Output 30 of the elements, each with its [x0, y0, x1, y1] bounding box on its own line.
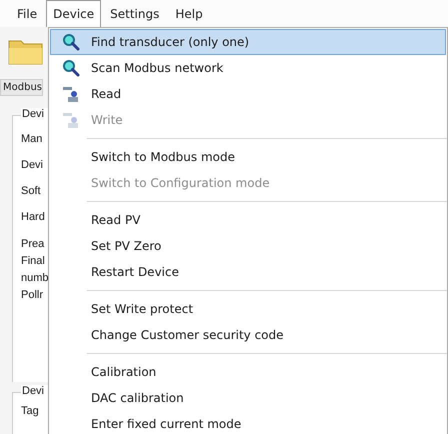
magnifier-icon [62, 59, 80, 77]
group-title: Devi [21, 108, 48, 120]
tab[interactable]: Modbus [0, 78, 43, 96]
group-title: Devi [21, 385, 48, 397]
field-label: Soft [21, 184, 42, 198]
menu-item[interactable]: Scan Modbus network [50, 55, 446, 81]
field-label: Prea [21, 237, 46, 252]
menu-bar-item[interactable]: Device [46, 0, 102, 27]
menu-item[interactable]: DAC calibration [50, 385, 446, 411]
menu-item[interactable]: Switch to Modbus mode [50, 144, 446, 170]
menu-item[interactable]: Read [50, 81, 446, 107]
menu-item[interactable]: Set PV Zero [50, 233, 446, 259]
menu-bar-item[interactable]: Settings [103, 0, 166, 27]
menu-item[interactable]: Set Write protect [50, 296, 446, 322]
menu-item[interactable]: Calibration [50, 359, 446, 385]
field-label: Devi [21, 158, 44, 172]
menu-item[interactable]: Restart Device [50, 259, 446, 285]
field-label: Final [21, 254, 46, 269]
field-label: Pollr [21, 288, 44, 303]
menu-item[interactable]: Find transducer (only one) [50, 29, 446, 55]
menu-bar-item[interactable]: Help [168, 0, 210, 27]
field-label: Hard [21, 210, 46, 224]
field-label: numb [21, 271, 48, 286]
menu-item[interactable]: Change Customer security code [50, 322, 446, 348]
menu-item[interactable]: Enter fixed current mode [50, 411, 446, 434]
magnifier-icon [62, 33, 80, 51]
menu-item[interactable]: Read PV [50, 207, 446, 233]
field-label: Man [21, 132, 44, 146]
field-label: Tag [21, 405, 40, 417]
menu-bar-item[interactable]: File [10, 0, 44, 27]
